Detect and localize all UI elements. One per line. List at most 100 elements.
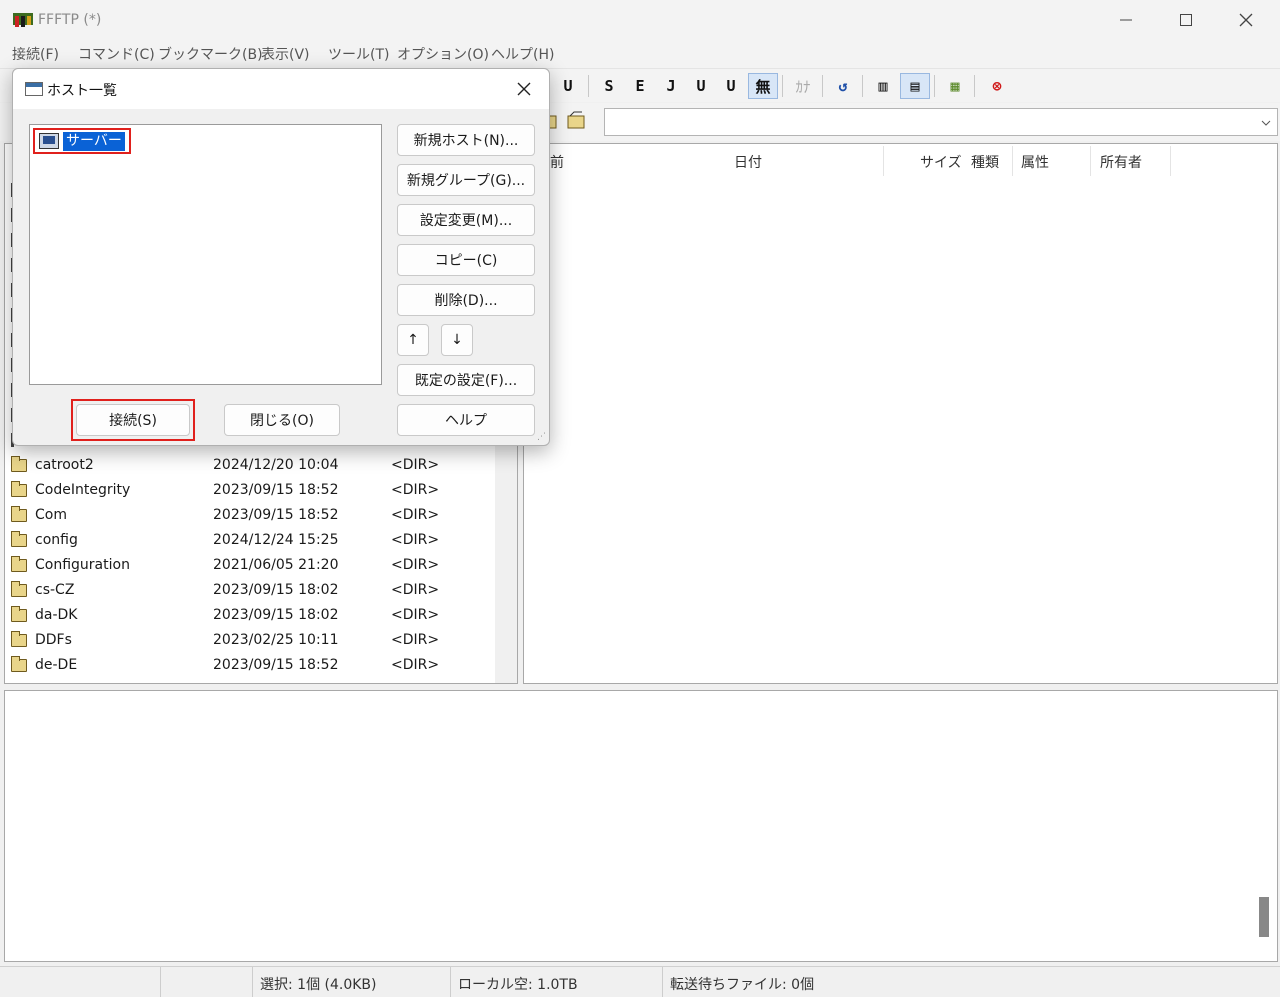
log-pane[interactable] [4,690,1278,962]
title-bar: FFFTP (*) [0,0,1280,40]
toolbar-separator [862,75,863,97]
folder-icon [11,456,27,472]
folder-icon [11,606,27,622]
close-dialog-button[interactable]: 閉じる(O) [224,404,340,436]
remote-file-list[interactable]: 前 日付 サイズ 種類 属性 所有者 [523,143,1278,684]
connect-button[interactable]: 接続(S) [76,404,190,436]
dialog-title-bar: ホスト一覧 [13,69,549,109]
column-header-date[interactable]: 日付 [734,152,762,172]
detail-view-icon[interactable]: ▤ [900,73,930,99]
column-divider[interactable] [1090,146,1091,176]
stop-icon[interactable]: ⊗ [984,73,1010,99]
status-divider [160,967,161,997]
column-header-owner[interactable]: 所有者 [1100,152,1142,172]
folder-icon [11,631,27,647]
column-divider[interactable] [1012,146,1013,176]
no-conversion-button[interactable]: 無 [748,73,778,99]
delete-button[interactable]: 削除(D)... [397,284,535,316]
close-icon [1239,13,1253,27]
directory-tree-icon[interactable]: ▦ [942,73,968,99]
help-button[interactable]: ヘルプ [397,404,535,436]
menu-connect[interactable]: 接続(F) [12,44,59,64]
column-divider[interactable] [883,146,884,176]
menu-view[interactable]: 表示(V) [261,44,310,64]
move-up-button[interactable]: ↑ [397,324,429,356]
table-row[interactable]: DDFs 2023/02/25 10:11 <DIR> [5,629,495,654]
column-header-attributes[interactable]: 属性 [1021,152,1049,172]
jis-encoding-button[interactable]: J [658,73,684,99]
default-settings-button[interactable]: 既定の設定(F)... [397,364,535,396]
euc-encoding-button[interactable]: E [627,73,653,99]
new-host-button[interactable]: 新規ホスト(N)... [397,124,535,156]
computer-icon [39,133,59,149]
folder-icon [11,481,27,497]
open-folder-icon[interactable] [545,110,586,134]
table-row[interactable]: CodeIntegrity 2023/09/15 18:52 <DIR> [5,479,495,504]
minimize-button[interactable] [1096,0,1156,40]
table-row[interactable]: Com 2023/09/15 18:52 <DIR> [5,504,495,529]
scrollbar-thumb[interactable] [1259,897,1269,937]
kana-conversion-button[interactable]: ｶﾅ [790,73,816,99]
menu-options[interactable]: オプション(O) [397,44,489,64]
remote-path-combobox[interactable] [604,108,1278,136]
new-group-button[interactable]: 新規グループ(G)... [397,164,535,196]
column-header-name[interactable]: 前 [550,152,564,172]
toolbar-separator [974,75,975,97]
toolbar-separator [822,75,823,97]
refresh-icon[interactable]: ↺ [830,73,856,99]
move-down-button[interactable]: ↓ [441,324,473,356]
table-row[interactable]: da-DK 2023/09/15 18:02 <DIR> [5,604,495,629]
status-transfer-queue: 転送待ちファイル: 0個 [670,977,815,993]
column-header-size[interactable]: サイズ [920,152,962,172]
folder-icon [11,581,27,597]
host-list-dialog: ホスト一覧 サーバー 新規ホスト(N)... 新規グループ(G)... 設定変更… [12,68,550,446]
close-button[interactable] [1216,0,1276,40]
host-item-server[interactable]: サーバー [33,128,131,154]
window-icon [25,82,43,96]
chevron-down-icon [1261,120,1271,126]
ub-encoding-button[interactable]: U [555,73,581,99]
status-selection: 選択: 1個 (4.0KB) [260,977,377,993]
utf8-bom-encoding-button[interactable]: U [718,73,744,99]
ffftp-app-icon [13,13,33,27]
toolbar-separator [588,75,589,97]
table-row[interactable]: catroot2 2024/12/20 10:04 <DIR> [5,454,495,479]
utf8-encoding-button[interactable]: U [688,73,714,99]
host-tree[interactable]: サーバー [29,124,382,385]
menu-bar: 接続(F) コマンド(C) ブックマーク(B) 表示(V) ツール(T) オプシ… [0,40,1280,68]
edit-settings-button[interactable]: 設定変更(M)... [397,204,535,236]
status-local-free: ローカル空: 1.0TB [458,977,578,993]
table-row[interactable]: de-DE 2023/09/15 18:52 <DIR> [5,654,495,679]
maximize-button[interactable] [1156,0,1216,40]
minimize-icon [1120,19,1132,21]
status-divider [450,967,451,997]
column-divider[interactable] [1170,146,1171,176]
sjis-encoding-button[interactable]: S [596,73,622,99]
dialog-title: ホスト一覧 [47,83,117,99]
folder-icon [11,531,27,547]
toolbar-separator [934,75,935,97]
folder-icon [11,556,27,572]
menu-tools[interactable]: ツール(T) [328,44,389,64]
toolbar-separator [782,75,783,97]
close-icon [517,82,531,96]
status-bar: 選択: 1個 (4.0KB) ローカル空: 1.0TB 転送待ちファイル: 0個 [0,966,1280,997]
window-title: FFFTP (*) [38,12,102,28]
menu-help[interactable]: ヘルプ(H) [491,44,554,64]
folder-icon [11,656,27,672]
table-row[interactable]: cs-CZ 2023/09/15 18:02 <DIR> [5,579,495,604]
folder-icon [11,506,27,522]
table-row[interactable]: config 2024/12/24 15:25 <DIR> [5,529,495,554]
host-item-label: サーバー [63,132,125,151]
status-divider [252,967,253,997]
table-row[interactable]: Configuration 2021/06/05 21:20 <DIR> [5,554,495,579]
maximize-icon [1180,14,1192,26]
menu-bookmark[interactable]: ブックマーク(B) [158,44,263,64]
copy-button[interactable]: コピー(C) [397,244,535,276]
column-header-type[interactable]: 種類 [971,152,999,172]
dialog-close-button[interactable] [509,75,539,103]
list-view-icon[interactable]: ▥ [870,73,896,99]
status-divider [662,967,663,997]
resize-grip-icon[interactable]: ⋰ [537,432,546,442]
menu-command[interactable]: コマンド(C) [78,44,155,64]
